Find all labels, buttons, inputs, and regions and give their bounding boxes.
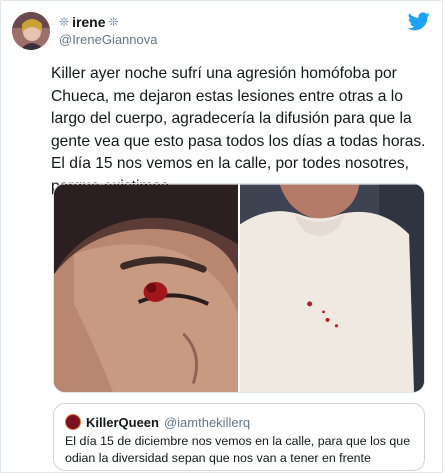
quoted-author-avatar [65,414,81,430]
tweet-card: ❊ irene ❊ @IreneGiannova Killer ayer noc… [0,0,443,473]
quoted-author-handle: @iamthekillerq [163,414,251,430]
twitter-bird-icon[interactable] [408,12,430,31]
tweet-text: Killer ayer noche sufrí una agresión hom… [51,65,426,195]
quoted-author-name: KillerQueen [86,414,159,430]
snowflake-icon: ❊ [108,15,119,29]
author-name[interactable]: ❊ irene ❊ [59,14,119,30]
quoted-tweet-header: KillerQueen @iamthekillerq [65,414,250,430]
media-photo-shirt[interactable] [240,184,424,393]
author-handle[interactable]: @IreneGiannova [59,32,157,47]
media-photo-face[interactable] [54,184,238,393]
author-avatar[interactable] [12,12,50,50]
quoted-tweet[interactable]: KillerQueen @iamthekillerq El día 15 de … [53,403,425,471]
snowflake-icon: ❊ [59,15,70,29]
tweet-media[interactable] [53,183,425,393]
author-display-name: irene [72,14,106,30]
quoted-tweet-text: El día 15 de diciembre nos vemos en la c… [65,434,411,465]
